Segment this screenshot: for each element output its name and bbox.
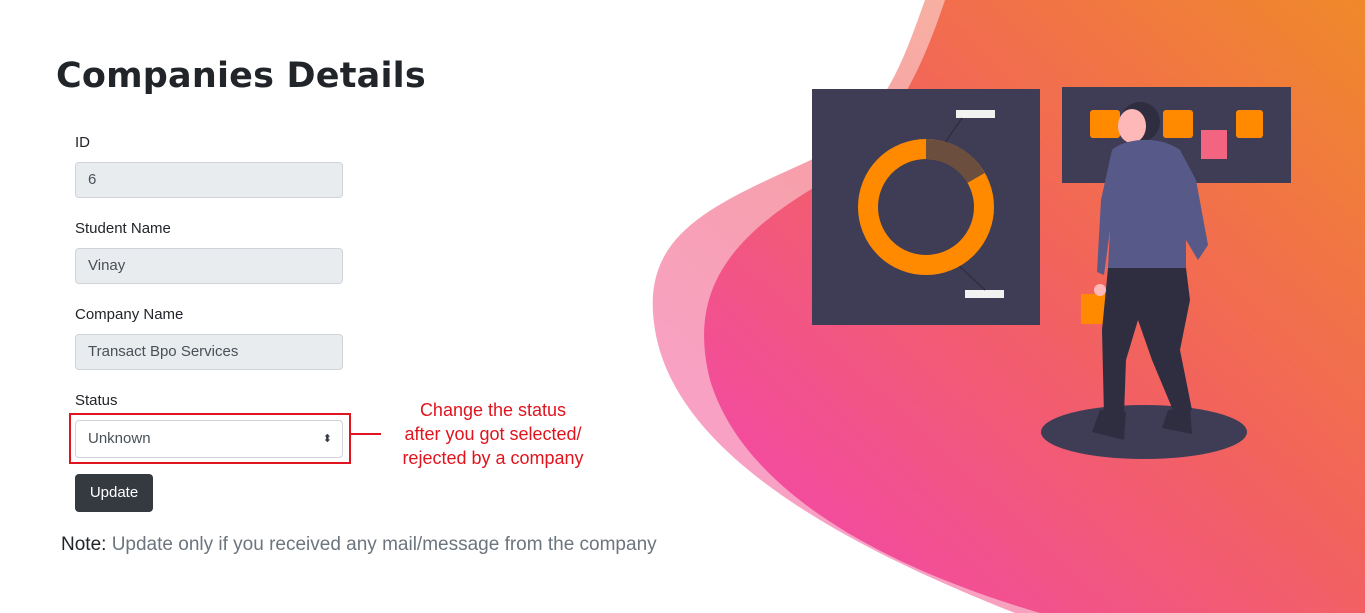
company-name-field[interactable]: Transact Bpo Services [75,334,343,370]
page: Companies Details ID 6 Student Name Vina… [0,0,1365,613]
status-annotation: Change the status after you got selected… [386,398,600,470]
panel-bar-bottom [965,290,1004,298]
id-label: ID [75,134,90,151]
status-label: Status [75,392,118,409]
page-title: Companies Details [56,56,426,96]
status-select[interactable]: Unknown ⬍ [75,420,343,458]
note-label: Note: [61,534,107,555]
annotation-connector [351,433,381,435]
annotation-line-1: Change the status [419,400,567,420]
annotation-line-3: rejected by a company [402,448,584,468]
floor-shadow [1041,405,1247,459]
annotation-line-2: after you got selected/ [404,424,582,444]
note: Note: Update only if you received any ma… [61,533,657,557]
student-name-label: Student Name [75,220,171,237]
id-field[interactable]: 6 [75,162,343,198]
status-select-value: Unknown [88,430,151,447]
chart-panel [812,89,1040,325]
update-button[interactable]: Update [75,474,153,512]
student-name-field[interactable]: Vinay [75,248,343,284]
note-text: Update only if you received any mail/mes… [106,534,657,555]
sort-arrows-icon: ⬍ [322,433,332,445]
company-name-label: Company Name [75,306,184,323]
panel-bar-top [956,110,995,118]
